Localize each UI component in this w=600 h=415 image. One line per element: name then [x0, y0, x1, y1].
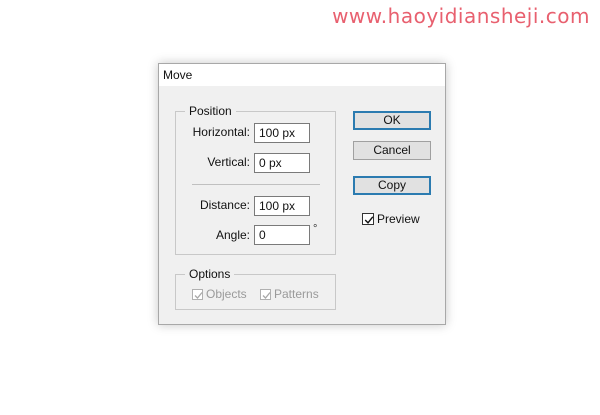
position-group: Position Horizontal: Vertical: Distance:…: [175, 104, 336, 255]
patterns-checkbox-label: Patterns: [274, 287, 319, 301]
dialog-titlebar[interactable]: Move: [159, 64, 445, 86]
check-icon: [364, 216, 374, 224]
degree-unit: °: [313, 223, 318, 235]
options-group-legend: Options: [185, 267, 235, 281]
patterns-checkbox-box[interactable]: [260, 288, 271, 300]
angle-input[interactable]: [254, 225, 310, 245]
patterns-checkbox[interactable]: Patterns: [260, 287, 319, 301]
vertical-label: Vertical:: [207, 155, 250, 169]
position-group-legend: Position: [185, 104, 236, 118]
ok-button[interactable]: OK: [353, 111, 431, 130]
move-dialog: Move Position Horizontal: Vertical: Dist…: [158, 63, 446, 325]
check-icon: [194, 291, 203, 299]
dialog-title: Move: [163, 68, 193, 82]
distance-label: Distance:: [199, 198, 250, 212]
objects-checkbox-label: Objects: [206, 287, 247, 301]
horizontal-input[interactable]: [254, 123, 310, 143]
cancel-button[interactable]: Cancel: [353, 141, 431, 160]
vertical-input[interactable]: [254, 153, 310, 173]
preview-checkbox-label: Preview: [377, 212, 420, 226]
preview-checkbox[interactable]: Preview: [362, 212, 420, 226]
watermark-text: www.haoyidiansheji.com: [332, 4, 590, 28]
horizontal-label: Horizontal:: [192, 125, 250, 139]
position-separator: [192, 184, 320, 185]
check-icon: [262, 291, 271, 299]
objects-checkbox[interactable]: Objects: [192, 287, 247, 301]
copy-button[interactable]: Copy: [353, 176, 431, 195]
preview-checkbox-box[interactable]: [362, 213, 374, 225]
options-group: Options Objects Patterns: [175, 267, 336, 310]
objects-checkbox-box[interactable]: [192, 288, 203, 300]
angle-label: Angle:: [215, 228, 250, 242]
distance-input[interactable]: [254, 196, 310, 216]
